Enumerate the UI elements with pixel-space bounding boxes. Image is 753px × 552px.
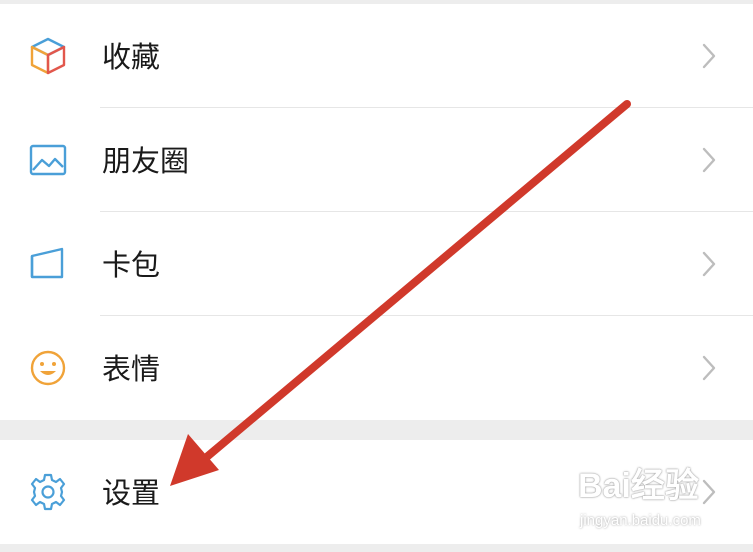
favorites-cube-icon: [30, 37, 66, 75]
menu-group-main: 收藏 朋友圈 卡包 表情: [0, 4, 753, 420]
chevron-right-icon: [702, 147, 716, 173]
chevron-right-icon: [702, 43, 716, 69]
menu-item-label: 表情: [102, 352, 161, 386]
menu-item-moments[interactable]: 朋友圈: [0, 108, 753, 212]
moments-picture-icon: [29, 144, 67, 176]
menu-item-label: 设置: [102, 476, 161, 510]
chevron-right-icon: [702, 355, 716, 381]
menu-item-stickers[interactable]: 表情: [0, 316, 753, 420]
watermark-url: jingyan.baidu.com: [580, 512, 701, 529]
baidu-jingyan-watermark: Bai经验 jingyan.baidu.com: [578, 466, 728, 536]
menu-item-favorites[interactable]: 收藏: [0, 4, 753, 108]
card-wallet-icon: [30, 247, 64, 279]
menu-item-label: 朋友圈: [102, 144, 190, 178]
menu-item-label: 卡包: [102, 248, 161, 282]
settings-gear-icon: [30, 473, 66, 511]
menu-item-label: 收藏: [102, 40, 161, 74]
sticker-smiley-icon: [30, 350, 66, 386]
watermark-brand: Bai经验: [578, 467, 699, 505]
chevron-right-icon: [702, 251, 716, 277]
menu-item-card-wallet[interactable]: 卡包: [0, 212, 753, 316]
